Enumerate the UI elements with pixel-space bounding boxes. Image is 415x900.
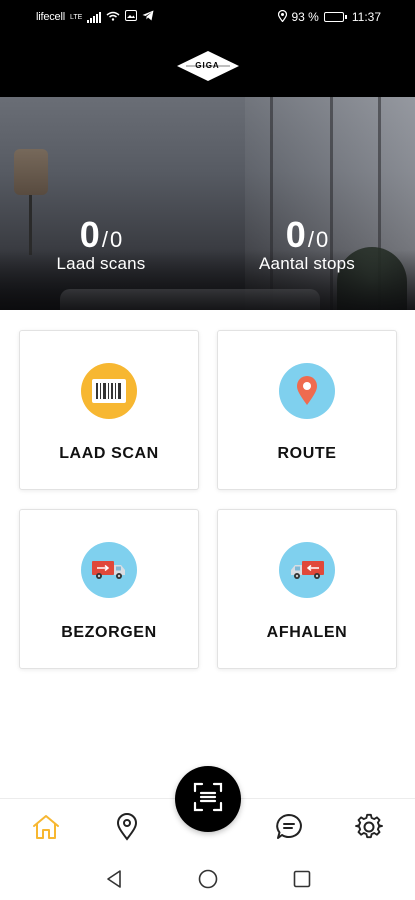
- hero-banner: [0, 97, 415, 310]
- tile-label: LAAD SCAN: [59, 445, 159, 462]
- app-header: GIGA: [0, 34, 415, 97]
- location-pin-icon: [116, 812, 138, 846]
- stat-total: 0: [315, 227, 329, 252]
- stat-label: Aantal stops: [259, 254, 355, 273]
- network-type: LTE: [69, 13, 83, 21]
- tile-label: ROUTE: [277, 445, 337, 462]
- image-notification-icon: [125, 10, 138, 24]
- location-status-icon: [277, 9, 287, 25]
- chat-bubble-icon: [275, 813, 303, 846]
- stat-laad-scans: 0 / 0 Laad scans: [16, 216, 186, 274]
- lamp-decoration: [14, 149, 48, 195]
- pickup-truck-icon: [279, 542, 335, 598]
- delivery-truck-icon: [81, 542, 137, 598]
- battery-icon: [323, 12, 347, 22]
- stat-aantal-stops: 0 / 0 Aantal stops: [222, 216, 392, 274]
- stat-value: 0: [285, 214, 306, 255]
- barcode-icon: [81, 363, 137, 419]
- recents-icon[interactable]: [290, 867, 314, 891]
- clock: 11:37: [351, 10, 381, 24]
- battery-percent: 93 %: [291, 10, 319, 24]
- tile-label: AFHALEN: [266, 624, 348, 641]
- tile-label: BEZORGEN: [61, 624, 157, 641]
- status-left: lifecell LTE: [36, 10, 154, 24]
- home-circle-icon[interactable]: [196, 867, 220, 891]
- stat-label: Laad scans: [56, 254, 146, 273]
- tile-laad-scan[interactable]: LAAD SCAN: [19, 330, 199, 490]
- tile-route[interactable]: ROUTE: [217, 330, 397, 490]
- stat-total: 0: [109, 227, 123, 252]
- back-icon[interactable]: [102, 867, 126, 891]
- status-right: 93 % 11:37: [277, 9, 381, 25]
- tile-afhalen[interactable]: AFHALEN: [217, 509, 397, 669]
- signal-icon: [87, 11, 102, 23]
- scan-frame-icon: [193, 782, 223, 817]
- stat-separator: /: [101, 227, 108, 252]
- nav-map[interactable]: [111, 812, 143, 846]
- status-bar: lifecell LTE 93 % 11:37: [0, 0, 415, 34]
- gear-icon: [355, 813, 383, 846]
- tile-bezorgen[interactable]: BEZORGEN: [19, 509, 199, 669]
- stat-value: 0: [79, 214, 100, 255]
- home-icon: [32, 814, 60, 845]
- nav-chat[interactable]: [273, 813, 305, 845]
- stat-separator: /: [307, 227, 314, 252]
- telegram-icon: [142, 10, 154, 24]
- system-nav-bar: [0, 858, 415, 900]
- nav-home[interactable]: [30, 813, 62, 845]
- carrier-name: lifecell: [36, 11, 65, 23]
- nav-settings[interactable]: [353, 813, 385, 845]
- logo-text: GIGA: [195, 61, 220, 70]
- giga-logo[interactable]: GIGA: [176, 50, 240, 82]
- wifi-icon: [106, 10, 120, 24]
- map-pin-icon: [279, 363, 335, 419]
- scan-button[interactable]: [175, 766, 241, 832]
